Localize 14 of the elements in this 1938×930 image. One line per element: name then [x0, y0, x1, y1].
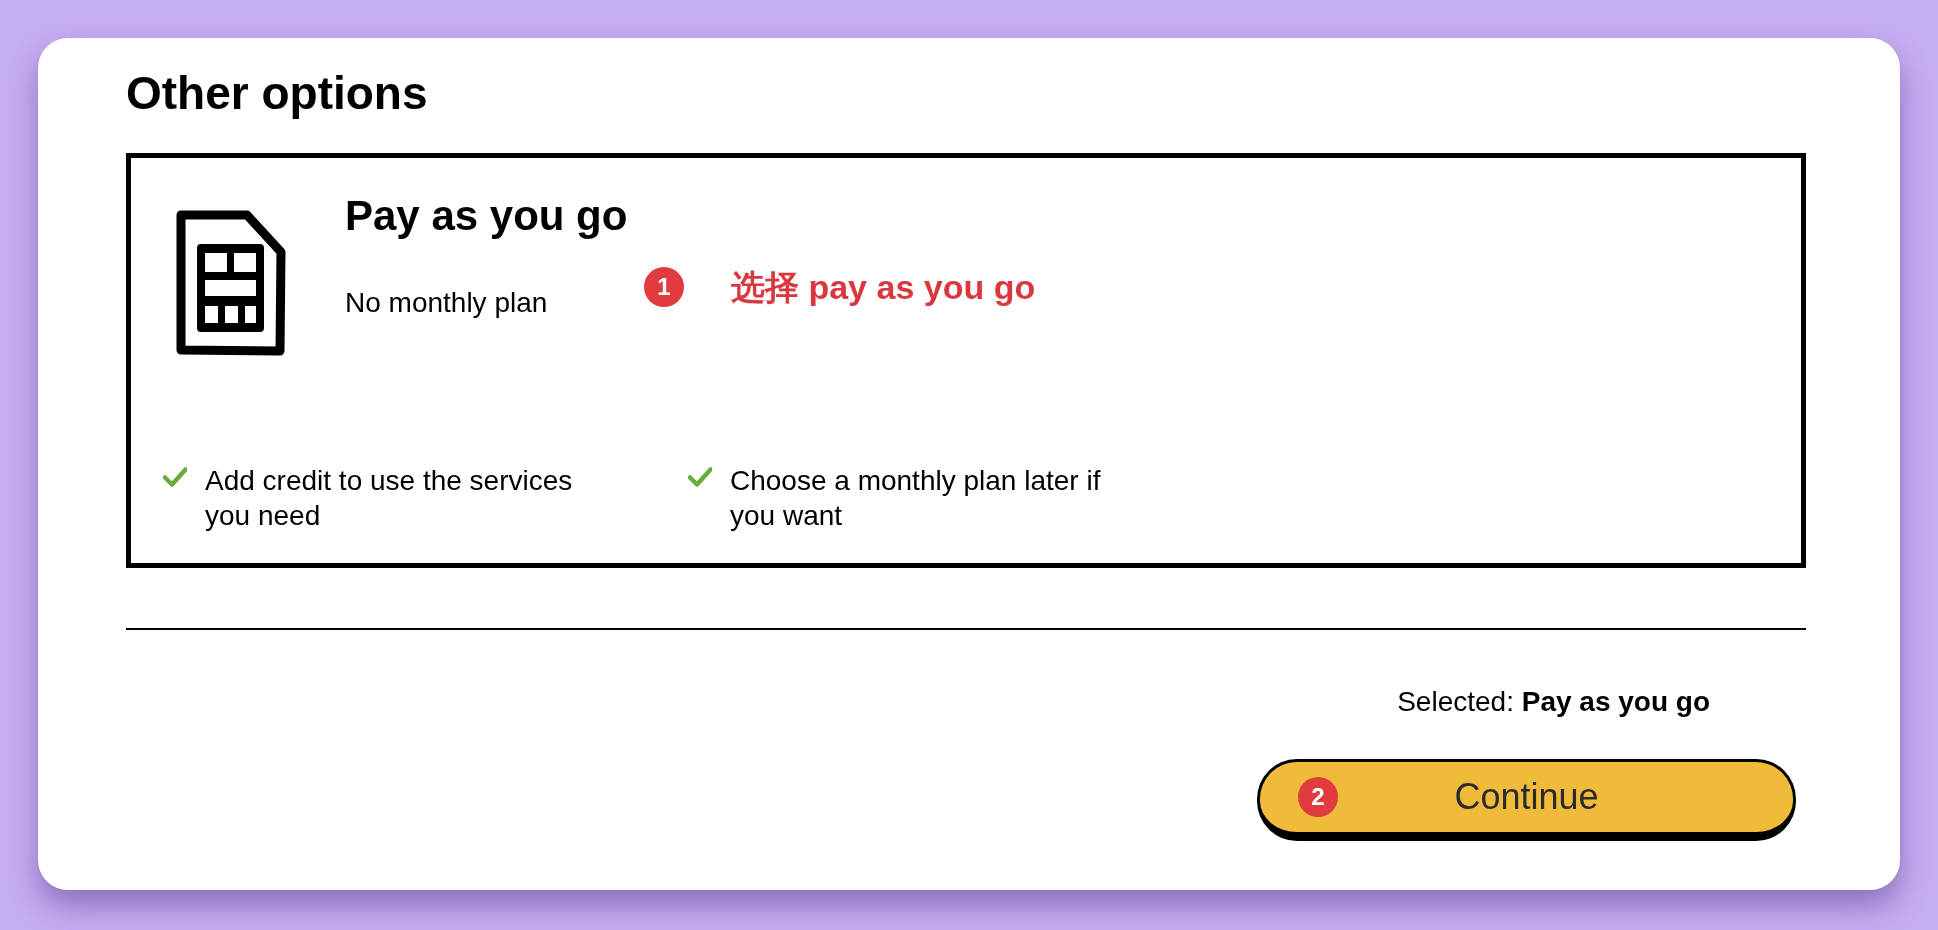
continue-button[interactable]: 2 Continue: [1257, 759, 1796, 841]
check-icon: [163, 467, 187, 487]
plan-subtitle: No monthly plan: [345, 286, 548, 320]
sim-card-icon: [175, 210, 286, 356]
step-marker: 2: [1298, 777, 1338, 817]
step-marker: 1: [644, 267, 684, 307]
feature-text: Choose a monthly plan later if you want: [730, 464, 1102, 533]
section-heading: Other options: [126, 66, 428, 121]
plan-option-card[interactable]: Pay as you go No monthly plan 1 选择 pay as you go Add credit to use the services you need Choose a monthly plan later if you want: [126, 153, 1806, 568]
annotation-note: 选择 pay as you go: [731, 267, 1036, 308]
feature-text: Add credit to use the services you need: [205, 464, 574, 533]
selection-summary: Selected: Pay as you go: [1397, 685, 1710, 719]
plan-title: Pay as you go: [345, 191, 628, 241]
check-icon: [688, 467, 712, 487]
